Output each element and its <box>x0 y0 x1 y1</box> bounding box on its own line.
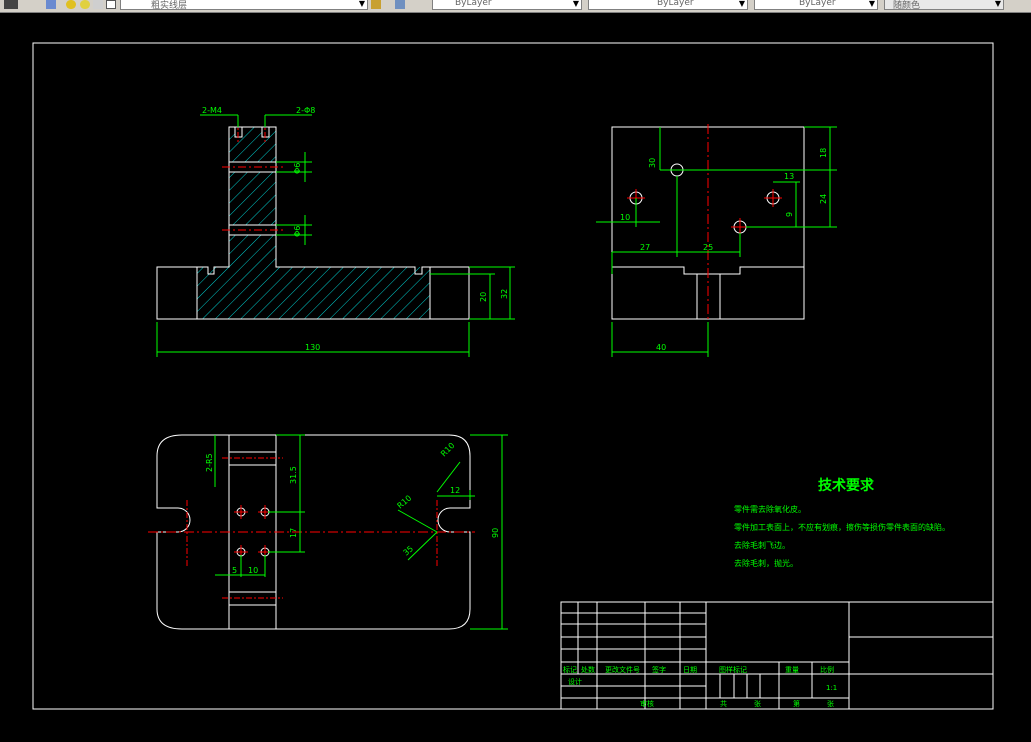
side-view: 30 18 24 13 9 10 27 25 40 <box>596 124 837 357</box>
tb-page-sheet: 张 <box>827 699 834 708</box>
linetype-control-value: ByLayer <box>657 0 694 8</box>
dim-d27: 27 <box>640 243 650 252</box>
dim-height-inner: 20 <box>479 292 488 302</box>
side-dimensions <box>596 126 837 357</box>
tb-sheet: 张 <box>754 699 761 708</box>
dim-d25: 25 <box>703 243 713 252</box>
dim-d5: 5 <box>232 566 237 575</box>
top-view: 2-R5 31.5 17 5 10 R10 90 R10 12 35 <box>148 434 508 630</box>
dim-overall-width: 130 <box>305 343 320 352</box>
tech-req-title: 技术要求 <box>818 477 875 494</box>
front-hatch-base <box>197 267 430 319</box>
tb-design: 设计 <box>568 677 582 686</box>
make-object-layer-current-icon[interactable] <box>371 0 381 9</box>
tb-label-mark: 标记 <box>563 665 577 674</box>
tb-page: 第 <box>793 699 800 708</box>
tb-total: 共 <box>720 699 727 708</box>
chevron-down-icon[interactable]: ▼ <box>573 0 579 8</box>
tb-review: 审核 <box>640 699 654 708</box>
layer-previous-icon[interactable] <box>395 0 405 9</box>
tb-label-sign: 签字 <box>652 665 666 674</box>
layer-lock-icon[interactable] <box>93 0 103 9</box>
front-dimensions <box>156 114 515 357</box>
lineweight-control-dropdown[interactable]: ByLayer ▼ <box>754 0 878 10</box>
dim-r10-slot: R10 <box>396 494 414 511</box>
tech-req-line-1: 零件需去除氧化皮。 <box>734 504 806 514</box>
color-control-value: ByLayer <box>455 0 492 8</box>
dim-d12: 12 <box>450 486 460 495</box>
plotstyle-control-value: 随颜色 <box>893 1 921 11</box>
tech-req-line-3: 去除毛刺飞边。 <box>734 540 790 550</box>
dim-d10-top: 10 <box>248 566 258 575</box>
layer-manager-icon[interactable] <box>4 0 18 9</box>
chevron-down-icon[interactable]: ▼ <box>995 0 1001 8</box>
front-hatch-column <box>229 127 276 267</box>
layer-dropdown-value: 粗实线层 <box>151 1 188 11</box>
lineweight-control-value: ByLayer <box>799 0 836 8</box>
dim-d30: 30 <box>648 158 657 168</box>
tb-label-date: 日期 <box>683 666 697 674</box>
title-block <box>560 601 994 710</box>
dim-d24: 24 <box>819 194 828 204</box>
plotstyle-control-dropdown[interactable]: 随颜色 ▼ <box>884 0 1004 11</box>
dim-d9: 9 <box>785 212 794 217</box>
dim-d13: 13 <box>784 172 794 181</box>
chevron-down-icon[interactable]: ▼ <box>739 0 745 8</box>
dim-tap-callout: 2-M4 <box>202 106 222 115</box>
dim-dia-upper: Φ6 <box>293 163 302 174</box>
tech-req-line-2: 零件加工表面上，不应有划痕，擦伤等损伤零件表面的缺陷。 <box>734 522 950 532</box>
front-view: 2-M4 2-Φ8 Φ6 Φ6 20 32 130 <box>156 106 515 357</box>
chevron-down-icon[interactable]: ▼ <box>869 0 875 8</box>
dim-d10: 10 <box>620 213 630 222</box>
linetype-control-dropdown[interactable]: ByLayer ▼ <box>588 0 748 10</box>
tb-label-count: 处数 <box>581 665 595 674</box>
dim-d17: 17 <box>289 528 298 538</box>
tb-stage-mark: 图样标记 <box>719 665 747 674</box>
dim-r10: R10 <box>439 441 457 459</box>
tb-scale-value: 1:1 <box>826 684 837 692</box>
dim-d18: 18 <box>819 148 828 158</box>
drawing-canvas[interactable]: 2-M4 2-Φ8 Φ6 Φ6 20 32 130 30 18 24 13 9 … <box>0 12 1031 742</box>
dim-dia-lower: Φ6 <box>293 226 302 237</box>
layer-on-bulb-icon[interactable] <box>66 0 76 9</box>
dim-hole-callout: 2-Φ8 <box>296 106 315 115</box>
dim-d90: 90 <box>491 528 500 538</box>
tech-req-line-4: 去除毛刺，抛光。 <box>734 558 798 568</box>
tb-label-change-doc: 更改文件号 <box>605 665 640 674</box>
dim-height-outer: 32 <box>500 289 509 299</box>
layer-freeze-sun-icon[interactable] <box>80 0 90 9</box>
tb-weight: 重量 <box>785 666 799 674</box>
technical-requirements: 技术要求 零件需去除氧化皮。 零件加工表面上，不应有划痕，擦伤等损伤零件表面的缺… <box>734 477 950 568</box>
tb-scale-label: 比例 <box>820 665 834 674</box>
chevron-down-icon[interactable]: ▼ <box>359 0 365 8</box>
dim-d31-5: 31.5 <box>289 466 298 484</box>
layer-color-swatch-icon <box>106 0 116 9</box>
dim-d40: 40 <box>656 343 666 352</box>
layer-states-icon[interactable] <box>46 0 56 9</box>
dim-corner-radius: 2-R5 <box>205 453 214 472</box>
color-control-dropdown[interactable]: ByLayer ▼ <box>432 0 582 10</box>
layer-dropdown[interactable]: 粗实线层 ▼ <box>120 0 368 11</box>
